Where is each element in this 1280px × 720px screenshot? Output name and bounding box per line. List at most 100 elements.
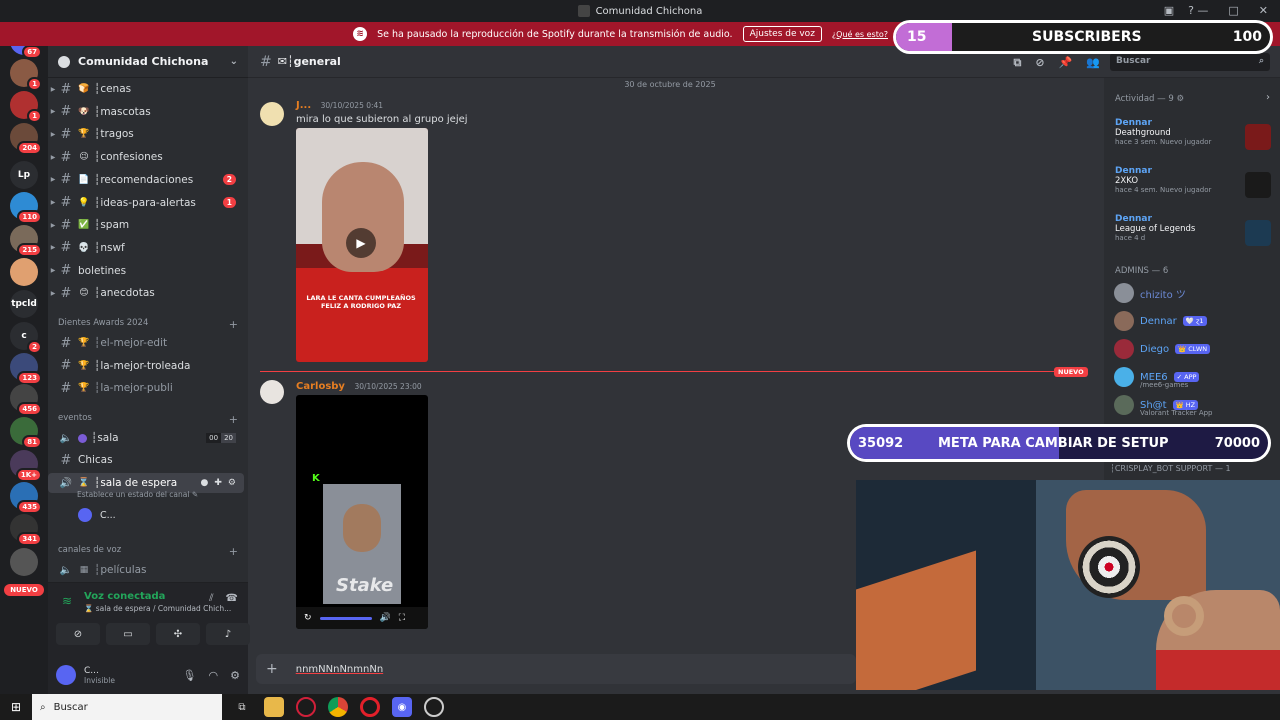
threads-icon[interactable]: ⧉: [1014, 56, 1022, 70]
server-icon[interactable]: 204: [10, 123, 42, 155]
server-icon[interactable]: tpcld: [10, 290, 38, 318]
chevron-right-icon[interactable]: ›: [1266, 92, 1270, 103]
channel-item[interactable]: ▶ # 🍞 ┆cenas: [48, 79, 244, 99]
server-icon[interactable]: c2: [10, 322, 42, 354]
server-icon[interactable]: 123: [10, 353, 42, 385]
channel-item[interactable]: ▶ # boletines: [48, 261, 244, 281]
channel-item[interactable]: # 🏆 ┆el-mejor-edit: [48, 333, 244, 353]
voice-channel-sala[interactable]: 🔈 ┆sala 00 20: [48, 428, 244, 448]
file-explorer-icon[interactable]: [264, 697, 284, 717]
voice-channel-peliculas[interactable]: 🔈 ▦ ┆películas: [48, 560, 244, 580]
maximize-icon[interactable]: □: [1228, 4, 1238, 17]
disconnect-icon[interactable]: ☎: [226, 593, 238, 604]
add-channel-icon[interactable]: +: [229, 413, 238, 426]
task-view-icon[interactable]: ⧉: [232, 697, 252, 717]
guild-header[interactable]: Comunidad Chichona ⌄: [48, 46, 248, 78]
video-player[interactable]: K Stake ↻ 🔊 ⛶: [296, 395, 428, 629]
soundboard-button[interactable]: ♪: [206, 623, 250, 645]
channel-item[interactable]: ▶ # ✅ ┆spam: [48, 215, 244, 235]
video-progress[interactable]: [319, 616, 372, 620]
inbox-icon[interactable]: ▣: [1164, 4, 1174, 17]
what-is-this-link[interactable]: ¿Qué es esto?: [832, 30, 888, 39]
member-list-icon[interactable]: 👥: [1086, 56, 1100, 70]
volume-icon[interactable]: 🔊: [380, 613, 391, 623]
server-icon[interactable]: 110: [10, 192, 42, 224]
voice-status[interactable]: Voz conectada: [84, 591, 165, 602]
server-icon[interactable]: 81: [10, 417, 42, 449]
server-icon[interactable]: 435: [10, 482, 42, 514]
voice-channel-path[interactable]: ⌛ sala de espera / Comunidad Chich...: [84, 604, 231, 613]
add-channel-icon[interactable]: +: [229, 545, 238, 558]
message-author[interactable]: Carlosby 30/10/2025 23:00: [296, 381, 422, 392]
voice-settings-button[interactable]: Ajustes de voz: [742, 26, 822, 42]
server-icon[interactable]: 341: [10, 514, 42, 546]
category-awards[interactable]: Dientes Awards 2024 +: [58, 318, 238, 331]
server-icon[interactable]: 1K+: [10, 450, 42, 482]
voice-user[interactable]: C...: [78, 508, 116, 522]
server-icon[interactable]: 1: [10, 59, 42, 91]
notifications-off-icon[interactable]: ⊘: [1035, 56, 1044, 70]
pin-icon[interactable]: 📌: [1059, 56, 1073, 70]
new-server-badge[interactable]: NUEVO: [4, 584, 44, 596]
server-icon[interactable]: 456: [10, 384, 42, 416]
signal-icon[interactable]: ≋: [62, 594, 72, 608]
gear-icon[interactable]: ⚙: [228, 478, 236, 488]
member-item[interactable]: Dennar 🤍 ɀ1: [1114, 311, 1274, 331]
category-events[interactable]: eventos +: [58, 413, 238, 426]
channel-item[interactable]: ▶ # 🏆 ┆tragos: [48, 124, 244, 144]
channel-status-hint[interactable]: Establece un estado del canal ✎: [77, 490, 198, 499]
windows-start-icon[interactable]: ⊞: [0, 700, 32, 714]
channel-item[interactable]: ▶ # 💡 ┆ideas-para-alertas 1: [48, 193, 244, 213]
member-item[interactable]: Diego 👑 CLWN: [1114, 339, 1274, 359]
activity-card[interactable]: Dennar Deathground hace 3 sem. Nuevo jugad…: [1115, 118, 1271, 150]
chevron-down-icon[interactable]: ⌄: [230, 56, 238, 67]
headphones-icon[interactable]: ◠: [209, 669, 219, 682]
channel-item[interactable]: ▶ # 😊 ┆anecdotas: [48, 283, 244, 303]
close-icon[interactable]: ✕: [1259, 4, 1268, 17]
noise-suppression-icon[interactable]: ⫽: [209, 593, 213, 604]
channel-item[interactable]: # 🏆 ┆la-mejor-publi: [48, 378, 244, 398]
channel-item[interactable]: ▶ # 😉 ┆confesiones: [48, 147, 244, 167]
activities-button[interactable]: ✣: [156, 623, 200, 645]
message-composer[interactable]: + nnmNNnNnmnNn: [256, 654, 856, 684]
play-icon[interactable]: ▶: [346, 228, 376, 258]
invite-icon[interactable]: ✚: [214, 478, 222, 488]
channel-item[interactable]: ▶ # 🐶 ┆mascotas: [48, 102, 244, 122]
help-icon[interactable]: ?: [1188, 4, 1194, 17]
avatar[interactable]: [56, 665, 76, 685]
opera-icon[interactable]: [360, 697, 380, 717]
screen-share-button[interactable]: ▭: [106, 623, 150, 645]
camera-off-button[interactable]: ⊘: [56, 623, 100, 645]
fullscreen-icon[interactable]: ⛶: [399, 613, 405, 623]
opera-gx-icon[interactable]: [296, 697, 316, 717]
search-input[interactable]: Buscar ⌕: [1110, 53, 1270, 71]
server-icon[interactable]: 215: [10, 225, 42, 257]
message-avatar[interactable]: [260, 102, 284, 126]
server-icon[interactable]: 1: [10, 91, 42, 123]
discord-icon[interactable]: ◉: [392, 697, 412, 717]
channel-chicas[interactable]: # Chicas: [48, 450, 244, 470]
add-attachment-icon[interactable]: +: [266, 661, 278, 677]
member-item[interactable]: chizito ツ: [1114, 283, 1274, 303]
message-author[interactable]: J... 30/10/2025 0:41: [296, 100, 383, 111]
obs-icon[interactable]: [424, 697, 444, 717]
chat-icon[interactable]: ●: [201, 478, 209, 488]
channel-item[interactable]: ▶ # 📄 ┆recomendaciones 2: [48, 170, 244, 190]
server-icon[interactable]: [10, 258, 38, 286]
server-icon[interactable]: Lp: [10, 161, 38, 189]
channel-item[interactable]: ▶ # 💀 ┆nswf: [48, 238, 244, 258]
member-item[interactable]: MEE6 ✓ APP: [1114, 367, 1274, 387]
user-names[interactable]: C... Invisible: [84, 666, 115, 685]
activity-card[interactable]: Dennar 2XKO hace 4 sem. Nuevo jugador: [1115, 166, 1271, 198]
channel-item[interactable]: # 🏆 ┆la-mejor-troleada: [48, 356, 244, 376]
category-voice[interactable]: canales de voz +: [58, 545, 238, 558]
video-attachment[interactable]: LARA LE CANTA CUMPLEAÑOS FELIZ A RODRIGO…: [296, 128, 428, 362]
add-channel-icon[interactable]: +: [229, 318, 238, 331]
activity-card[interactable]: Dennar League of Legends hace 4 d: [1115, 214, 1271, 246]
settings-gear-icon[interactable]: ⚙: [230, 669, 240, 682]
taskbar-search[interactable]: ⌕ Buscar: [32, 694, 222, 720]
chrome-icon[interactable]: [328, 697, 348, 717]
replay-icon[interactable]: ↻: [304, 613, 312, 623]
server-icon[interactable]: [10, 548, 38, 576]
message-avatar[interactable]: [260, 380, 284, 404]
